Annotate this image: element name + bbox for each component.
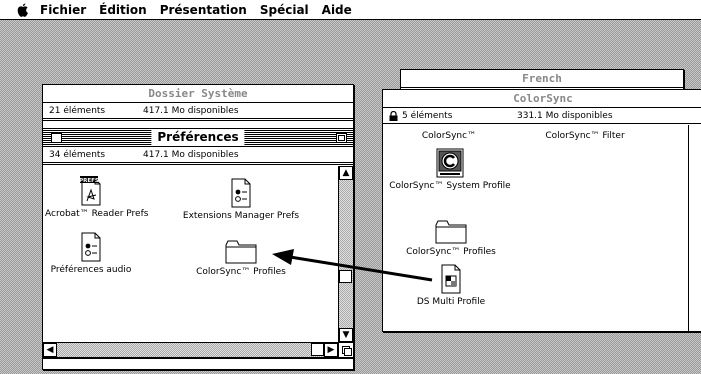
- icon-label: ColorSync™: [421, 131, 477, 141]
- colorsync-content: ColorSync™ ColorSync™ Filter ColorSync™ …: [383, 125, 701, 331]
- file-icon-item[interactable]: Extensions Manager Prefs: [175, 177, 307, 221]
- colorsync-icon: [439, 125, 459, 129]
- icon-label: Extensions Manager Prefs: [182, 211, 300, 221]
- filter-item[interactable]: ColorSync™ Filter: [539, 131, 631, 141]
- folder-icon: [435, 220, 467, 244]
- scroll-thumb[interactable]: [339, 270, 352, 283]
- file-icon-item[interactable]: PREFS Acrobat™ Reader Prefs: [45, 175, 149, 219]
- colorsync-extension-item[interactable]: ColorSync™: [409, 125, 489, 141]
- scroll-up-icon[interactable]: ▲: [339, 166, 353, 180]
- french-title[interactable]: French: [401, 70, 683, 88]
- scroll-right-icon[interactable]: ▶: [324, 343, 338, 357]
- icon-label: ColorSync™ System Profile: [389, 181, 511, 191]
- resize-box-icon[interactable]: [338, 342, 353, 357]
- profile-document-icon: [441, 264, 461, 294]
- scroll-left-icon[interactable]: ◀: [43, 343, 57, 357]
- close-box-icon[interactable]: [51, 133, 62, 143]
- preferences-title-bar[interactable]: Préférences: [43, 129, 353, 147]
- icon-label: DS Multi Profile: [416, 297, 486, 307]
- colorsync-icon: [436, 148, 464, 178]
- preferences-content: PREFS Acrobat™ Reader Prefs Extensions M…: [43, 166, 353, 357]
- settings-document-icon: [231, 178, 251, 208]
- colorsync-infobar: 5 éléments 331.1 Mo disponibles: [383, 108, 701, 124]
- item-count: 21 éléments: [49, 105, 106, 116]
- free-space: 417.1 Mo disponibles: [143, 149, 239, 160]
- icon-label: ColorSync™ Filter: [545, 131, 625, 141]
- menu-aide[interactable]: Aide: [322, 3, 352, 17]
- folder-icon: [225, 240, 257, 264]
- prefs-document-icon: PREFS: [79, 176, 101, 206]
- free-space: 417.1 Mo disponibles: [143, 105, 239, 116]
- colorsync-title[interactable]: ColorSync: [383, 90, 701, 108]
- icon-label: ColorSync™ Profiles: [196, 267, 286, 277]
- prefs-badge: PREFS: [79, 178, 99, 184]
- settings-document-icon: [81, 232, 101, 262]
- file-icon-item[interactable]: Préférences audio: [47, 231, 135, 275]
- lock-icon: [389, 110, 398, 121]
- icon-label: Préférences audio: [50, 265, 132, 275]
- menu-edition[interactable]: Édition: [99, 3, 147, 17]
- dossier-systeme-title[interactable]: Dossier Système: [43, 85, 353, 103]
- colorsync-scrollbar-edge: [688, 125, 689, 331]
- folder-icon-item[interactable]: ColorSync™ Profiles: [185, 239, 297, 277]
- dossier-systeme-infobar: 21 éléments 417.1 Mo disponibles: [43, 103, 353, 121]
- item-count: 5 éléments: [402, 110, 453, 121]
- horizontal-scrollbar[interactable]: ◀ ▶: [43, 342, 338, 357]
- zoom-box-icon[interactable]: [336, 133, 347, 143]
- preferences-window[interactable]: Préférences 34 éléments 417.1 Mo disponi…: [42, 128, 354, 358]
- scroll-thumb[interactable]: [311, 343, 324, 356]
- vertical-scrollbar[interactable]: ▲ ▼: [338, 166, 353, 342]
- profile-item[interactable]: ColorSync™ System Profile: [385, 147, 515, 191]
- item-count: 34 éléments: [49, 149, 106, 160]
- preferences-title: Préférences: [151, 130, 245, 145]
- colorsync-window[interactable]: ColorSync 5 éléments 331.1 Mo disponible…: [382, 89, 701, 332]
- menu-presentation[interactable]: Présentation: [160, 3, 247, 17]
- folder-icon-item[interactable]: ColorSync™ Profiles: [393, 219, 509, 257]
- scroll-down-icon[interactable]: ▼: [339, 328, 353, 342]
- apple-menu-icon[interactable]: [16, 2, 30, 18]
- menu-special[interactable]: Spécial: [260, 3, 309, 17]
- icon-label: ColorSync™ Profiles: [406, 247, 496, 257]
- menu-bar: Fichier Édition Présentation Spécial Aid…: [0, 0, 701, 20]
- icon-label: Acrobat™ Reader Prefs: [45, 209, 149, 219]
- preferences-infobar: 34 éléments 417.1 Mo disponibles: [43, 147, 353, 165]
- menu-fichier[interactable]: Fichier: [40, 3, 86, 17]
- free-space: 331.1 Mo disponibles: [517, 110, 613, 121]
- profile-document-item[interactable]: DS Multi Profile: [403, 263, 499, 307]
